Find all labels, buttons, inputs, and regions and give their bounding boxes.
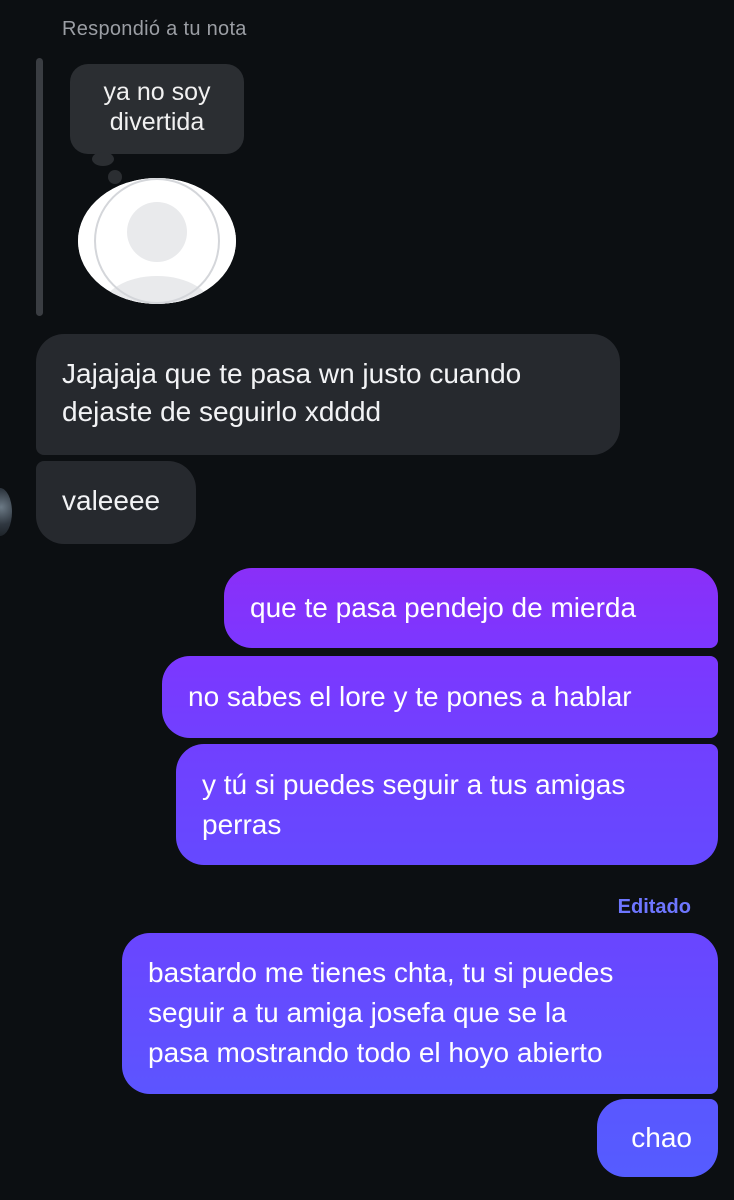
sent-message[interactable]: chao [597,1099,718,1177]
note-tail-dot [92,152,114,166]
sent-message[interactable]: bastardo me tienes chta, tu si puedes se… [122,933,718,1094]
received-message[interactable]: Jajajaja que te pasa wn justo cuando dej… [36,334,620,455]
received-message[interactable]: valeeee [36,461,196,544]
sent-message[interactable]: que te pasa pendejo de mierda [224,568,718,648]
reply-context-label: Respondió a tu nota [62,18,247,40]
reply-quote-bar [36,58,43,316]
edited-label: Editado [617,896,691,918]
note-tail-dot-small [108,170,122,184]
user-avatar-icon[interactable] [0,488,12,536]
sent-message[interactable]: y tú si puedes seguir a tus amigas perra… [176,744,718,865]
default-user-avatar-icon[interactable] [78,178,236,304]
note-bubble[interactable]: ya no soy divertida [70,64,244,154]
sent-message[interactable]: no sabes el lore y te pones a hablar [162,656,718,738]
